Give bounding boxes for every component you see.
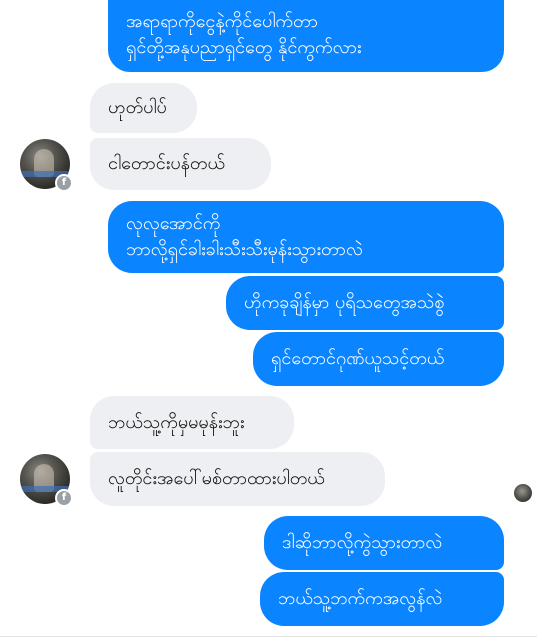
message-incoming[interactable]: လူတိုင်းအပေါ်မစ်တာထားပါတယ် bbox=[90, 452, 385, 506]
message-outgoing[interactable]: ဟိုကခုချိန်မှာ ပုရိသတွေအသဲစွဲ bbox=[226, 276, 504, 330]
message-outgoing[interactable]: လုလုအောင်ကို ဘာလို့ရှင်ခါးခါးသီးသီးမုန်း… bbox=[108, 201, 504, 273]
bottom-divider bbox=[0, 636, 537, 637]
message-outgoing[interactable]: ဘယ်သူ့ဘက်ကအလွန်လဲ bbox=[260, 572, 504, 626]
message-outgoing[interactable]: အရာရာကိုငွေနဲ့ကိုင်ပေါက်တာ ရှင်တို့အနုပည… bbox=[108, 0, 504, 72]
seen-indicator-avatar bbox=[514, 484, 532, 502]
message-incoming[interactable]: ဘယ်သူ့ကိုမှမမုန်းဘူး bbox=[90, 396, 294, 449]
chat-thread: အရာရာကိုငွေနဲ့ကိုင်ပေါက်တာ ရှင်တို့အနုပည… bbox=[0, 0, 537, 640]
message-outgoing[interactable]: ရှင်တောင်ဂုဏ်ယူသင့်တယ် bbox=[253, 332, 504, 386]
facebook-icon: f bbox=[55, 489, 73, 507]
message-outgoing[interactable]: ဒါဆိုဘာလို့ကွဲသွားတာလဲ bbox=[264, 516, 504, 570]
message-incoming[interactable]: ဟုတ်ပါပ် bbox=[90, 83, 197, 133]
message-incoming[interactable]: ငါတောင်းပန်တယ် bbox=[90, 138, 271, 190]
facebook-icon: f bbox=[55, 174, 73, 192]
